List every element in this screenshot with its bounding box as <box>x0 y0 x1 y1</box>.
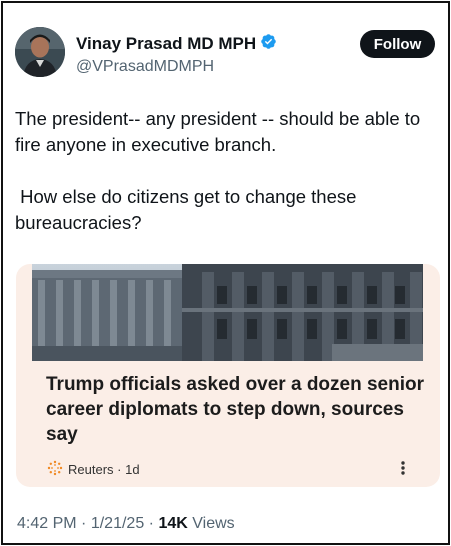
card-source-age: 1d <box>125 462 140 477</box>
more-options-icon[interactable] <box>399 460 407 476</box>
tweet-header: Vinay Prasad MD MPH @VPrasadMDMPH Follow <box>15 27 435 81</box>
meta-separator: · <box>81 515 91 532</box>
author-info: Vinay Prasad MD MPH @VPrasadMDMPH <box>76 33 277 76</box>
link-card[interactable]: Trump officials asked over a dozen senio… <box>16 264 440 487</box>
reuters-logo-icon <box>47 460 68 479</box>
follow-button[interactable]: Follow <box>360 30 435 58</box>
capitol-building-image <box>32 264 423 361</box>
views-count: 14K <box>158 515 188 532</box>
views-label: Views <box>192 515 235 532</box>
tweet-date[interactable]: 1/21/25 <box>91 515 144 532</box>
tweet-time[interactable]: 4:42 PM <box>17 515 77 532</box>
card-source: Reuters · 1d <box>47 460 140 479</box>
author-name[interactable]: Vinay Prasad MD MPH <box>76 34 256 54</box>
tweet-text: The president-- any president -- should … <box>15 108 421 233</box>
card-image[interactable] <box>32 264 423 361</box>
name-row: Vinay Prasad MD MPH <box>76 33 277 55</box>
meta-separator: · <box>148 515 159 532</box>
avatar-image <box>15 27 65 77</box>
avatar[interactable] <box>15 27 65 77</box>
card-source-separator: · <box>113 462 126 477</box>
author-handle[interactable]: @VPrasadMDMPH <box>76 58 277 76</box>
card-headline[interactable]: Trump officials asked over a dozen senio… <box>46 372 426 447</box>
verified-badge-icon <box>256 33 277 55</box>
tweet-meta: 4:42 PM · 1/21/25 · 14K Views <box>17 515 235 533</box>
card-source-name: Reuters <box>68 462 114 477</box>
tweet-container: Vinay Prasad MD MPH @VPrasadMDMPH Follow… <box>1 1 450 545</box>
